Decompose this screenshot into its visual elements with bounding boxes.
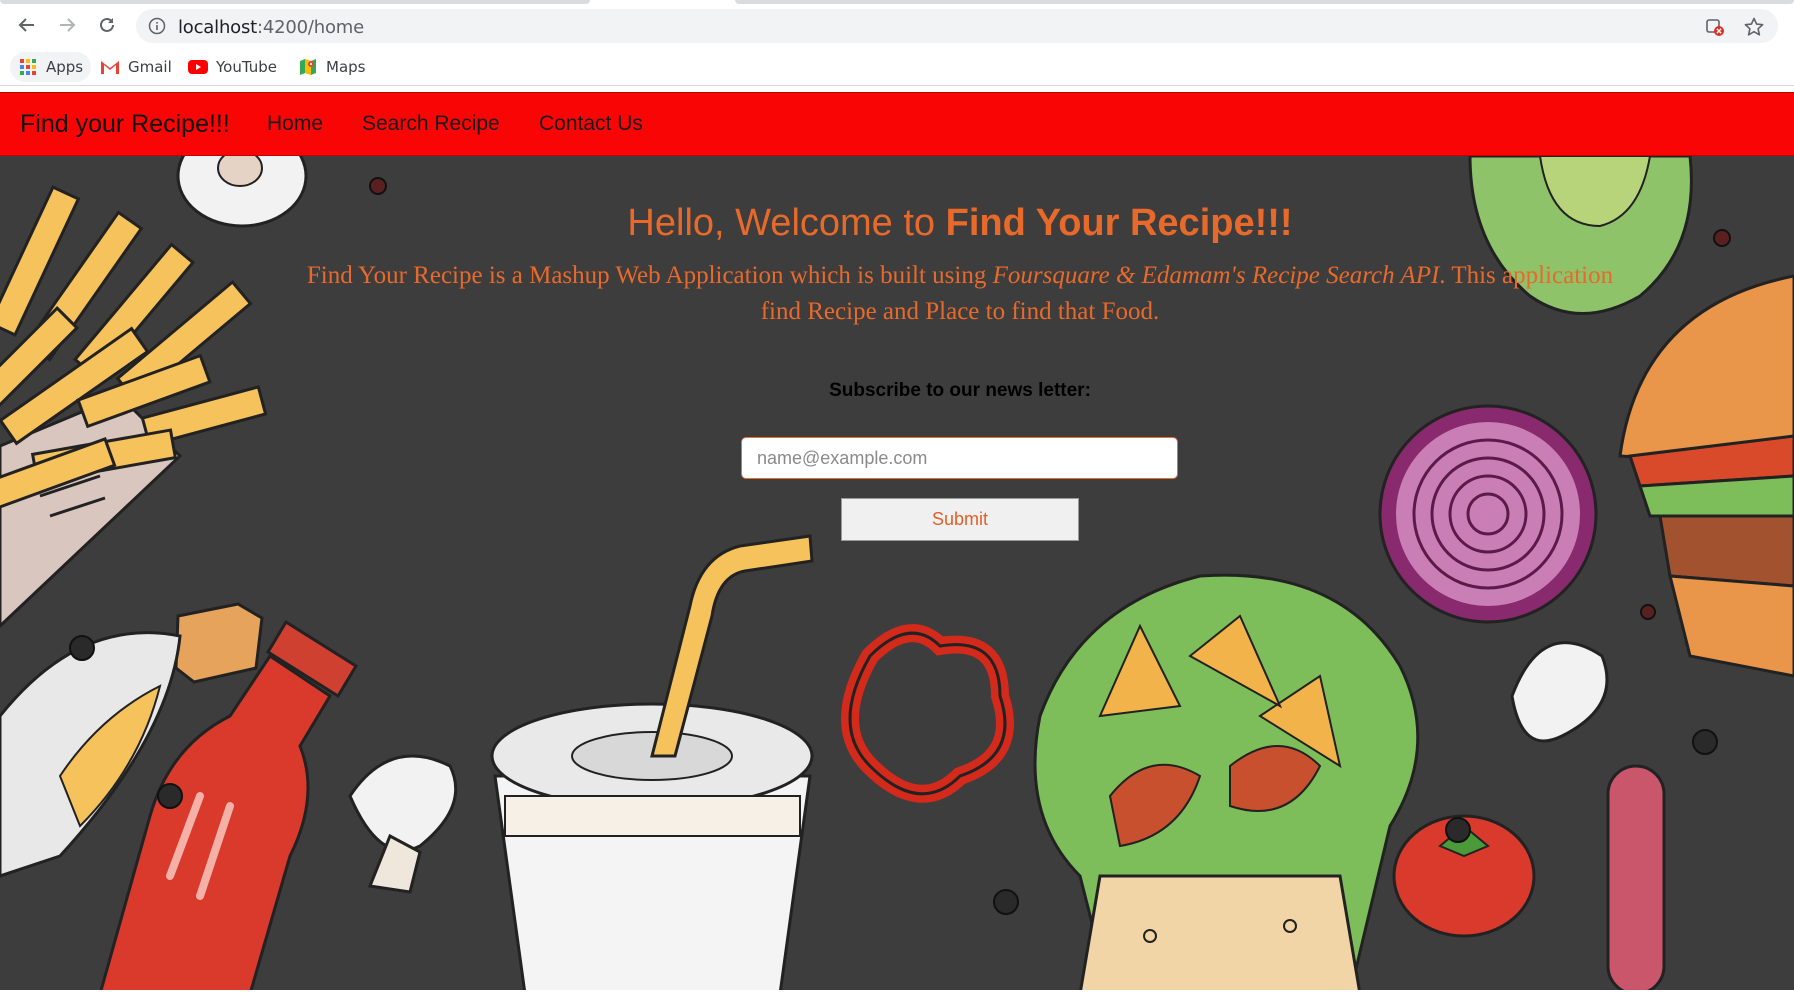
arrow-left-icon xyxy=(18,18,34,32)
sausage-illustration xyxy=(1606,764,1666,994)
arrow-right-icon xyxy=(60,18,76,32)
burrito-wrap-illustration xyxy=(1033,573,1420,994)
navbar-brand[interactable]: Find your Recipe!!! xyxy=(20,110,230,139)
bookmark-label: Gmail xyxy=(128,58,172,76)
hero-section: Hello, Welcome to Find Your Recipe!!! Fi… xyxy=(0,156,1794,994)
onion-illustration xyxy=(1378,404,1598,624)
bookmark-label: Maps xyxy=(326,58,366,76)
mushroom-illustration xyxy=(348,754,458,894)
youtube-icon xyxy=(188,57,208,77)
nav-link-contact-us[interactable]: Contact Us xyxy=(539,112,643,136)
bookmark-maps[interactable]: Maps xyxy=(298,52,365,82)
bookmark-label: YouTube xyxy=(216,58,277,76)
crouton-illustration xyxy=(174,602,264,684)
fries-illustration xyxy=(0,185,268,629)
welcome-headline: Hello, Welcome to Find Your Recipe!!! xyxy=(0,202,1794,245)
bookmark-label: Apps xyxy=(46,58,84,76)
nav-link-home[interactable]: Home xyxy=(267,112,323,136)
intro-paragraph: Find Your Recipe is a Mashup Web Applica… xyxy=(290,258,1630,330)
newsletter-submit-button[interactable]: Submit xyxy=(841,498,1079,541)
drink-cup-illustration xyxy=(490,534,814,994)
forward-button[interactable] xyxy=(50,8,84,42)
nav-link-search-recipe[interactable]: Search Recipe xyxy=(362,112,500,136)
tab-edge[interactable] xyxy=(0,0,590,4)
apps-grid-icon xyxy=(18,57,38,77)
bookmark-apps[interactable]: Apps xyxy=(10,52,92,82)
star-icon[interactable] xyxy=(1743,16,1765,38)
bookmarks-bar: Apps Gmail YouTube Maps xyxy=(0,48,1794,86)
url-text[interactable]: localhost:4200/home xyxy=(178,17,364,38)
gmail-icon xyxy=(100,57,120,77)
reload-button[interactable] xyxy=(90,8,124,42)
address-bar[interactable]: localhost:4200/home xyxy=(136,9,1778,43)
headline-brand: Find Your Recipe!!! xyxy=(945,202,1293,244)
maps-icon xyxy=(298,57,318,77)
tab-edge[interactable] xyxy=(735,0,1794,4)
intro-text-part1: Find Your Recipe is a Mashup Web Applica… xyxy=(306,262,993,289)
url-host: localhost xyxy=(178,17,257,38)
intro-api-names: Foursquare & Edamam's Recipe Search API xyxy=(992,262,1440,289)
pepper-ring-illustration xyxy=(841,624,1014,803)
newsletter-label: Subscribe to our news letter: xyxy=(829,380,1091,401)
bookmark-gmail[interactable]: Gmail xyxy=(100,52,172,82)
page-bottom-edge xyxy=(0,990,1794,994)
headline-prefix: Hello, Welcome to xyxy=(627,202,946,244)
back-button[interactable] xyxy=(10,8,44,42)
reload-icon xyxy=(100,17,114,32)
app-navbar: Find your Recipe!!! Home Search Recipe C… xyxy=(0,92,1794,156)
info-icon[interactable] xyxy=(148,17,166,35)
url-path: :4200/home xyxy=(257,17,364,38)
bookmark-youtube[interactable]: YouTube xyxy=(188,52,277,82)
newsletter-email-input[interactable] xyxy=(741,437,1178,479)
browser-toolbar: localhost:4200/home xyxy=(0,6,1794,46)
mushroom-right-illustration xyxy=(1510,641,1609,743)
blocked-popup-icon[interactable] xyxy=(1704,16,1726,38)
